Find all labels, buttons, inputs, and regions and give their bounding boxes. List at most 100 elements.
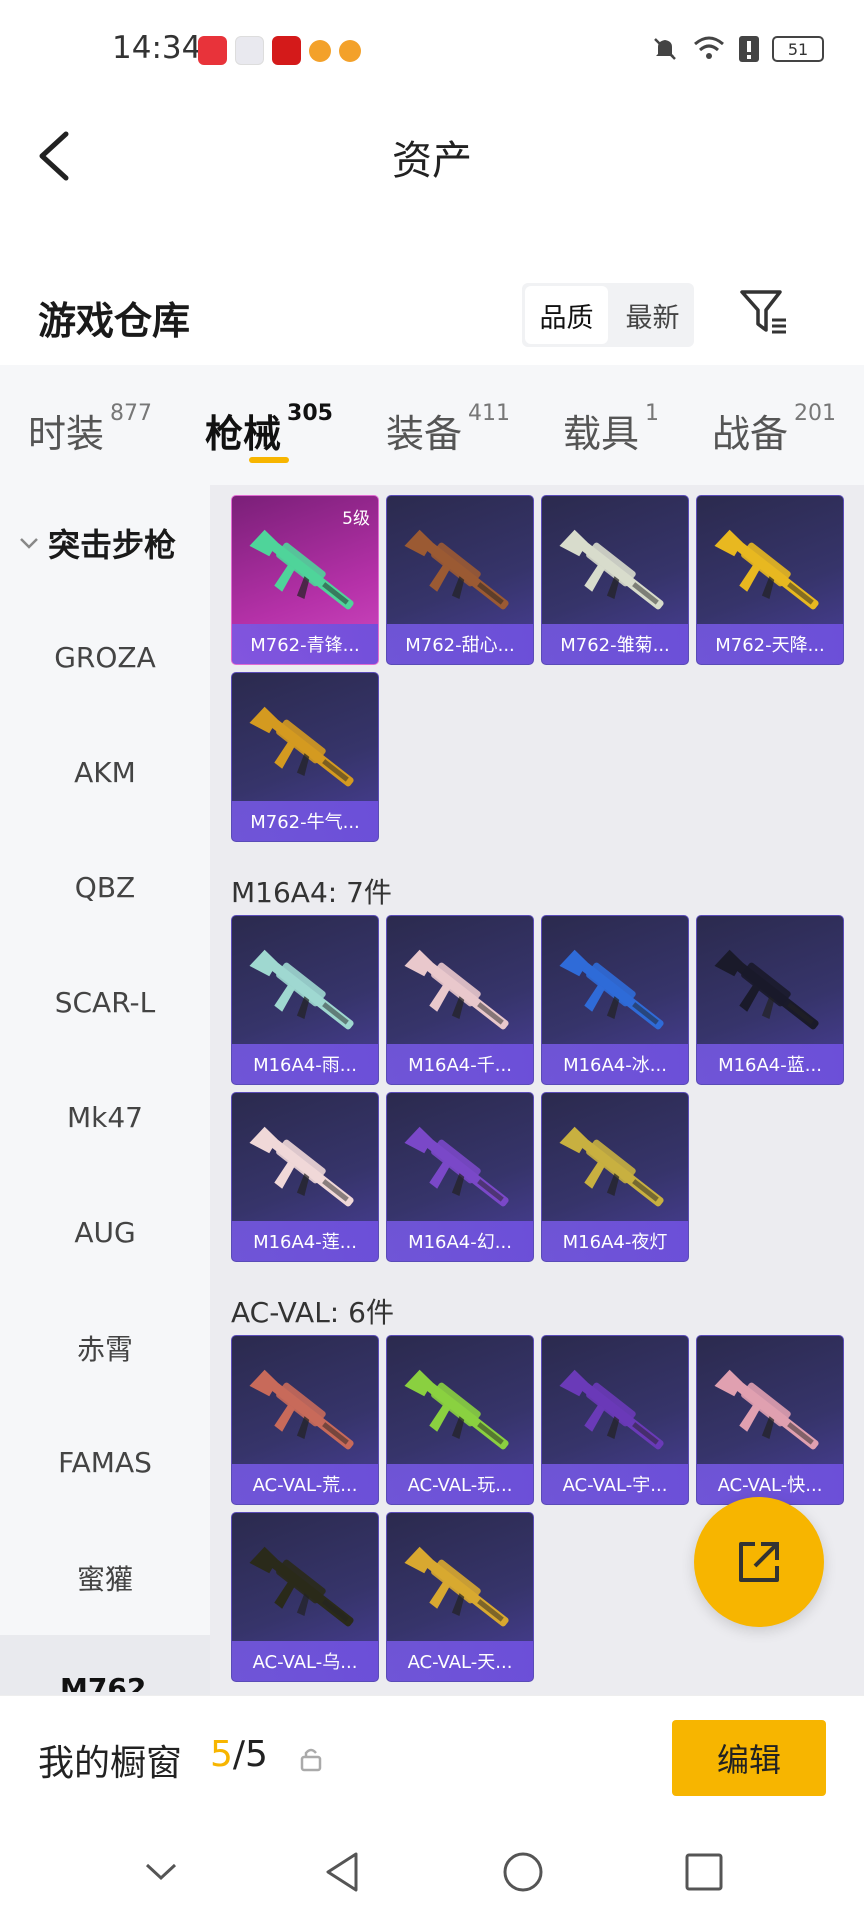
- weapon-card[interactable]: M762-雏菊...: [541, 495, 689, 665]
- status-time: 14:34: [112, 30, 202, 66]
- collapse-icon: [145, 1863, 176, 1880]
- nav-recents-button[interactable]: [680, 1848, 728, 1896]
- weapon-card[interactable]: M16A4-雨...: [231, 915, 379, 1085]
- showcase-bar: 我的橱窗 5/5 编辑: [0, 1695, 864, 1823]
- weapon-name: M16A4-幻...: [387, 1221, 533, 1261]
- rifle-icon: [559, 529, 664, 610]
- rifle-icon: [249, 1369, 354, 1450]
- weapon-card[interactable]: AC-VAL-玩...: [386, 1335, 534, 1505]
- tab-label: 战备: [711, 412, 788, 456]
- tab-fashion[interactable]: 时装 877: [28, 365, 152, 485]
- nav-home-button[interactable]: [499, 1848, 547, 1896]
- weapon-name: M16A4-蓝...: [697, 1044, 843, 1084]
- mute-icon: [654, 38, 676, 60]
- weapon-name: M762-甜心...: [387, 624, 533, 664]
- share-fab[interactable]: [694, 1497, 824, 1627]
- sidebar-item-scar-l[interactable]: SCAR-L: [0, 945, 210, 1060]
- rifle-icon: [714, 1369, 819, 1450]
- weapon-name: M16A4-雨...: [232, 1044, 378, 1084]
- weapon-name: M762-天降...: [697, 624, 843, 664]
- weapon-name: AC-VAL-荒...: [232, 1464, 378, 1504]
- weapon-card[interactable]: M16A4-千...: [386, 915, 534, 1085]
- pet-app-icon: [309, 39, 331, 62]
- back-triangle-icon: [326, 1852, 357, 1891]
- weapon-card[interactable]: AC-VAL-宇...: [541, 1335, 689, 1505]
- weapon-name: AC-VAL-天...: [387, 1641, 533, 1681]
- tab-count: 305: [287, 401, 333, 426]
- filter-icon[interactable]: [738, 286, 790, 338]
- section-title: M16A4: 7件: [231, 876, 392, 909]
- sidebar-item-groza[interactable]: GROZA: [0, 600, 210, 715]
- lock-icon: [300, 1748, 322, 1772]
- sort-newest-button[interactable]: 最新: [611, 283, 694, 347]
- weapon-card[interactable]: M16A4-莲...: [231, 1092, 379, 1262]
- huawei-app-icon: [198, 36, 227, 65]
- showcase-count: 5/5: [210, 1734, 268, 1775]
- showcase-label: 我的橱窗: [38, 1743, 183, 1784]
- tab-equipment[interactable]: 装备 411: [386, 365, 510, 485]
- weapon-card[interactable]: M16A4-夜灯: [541, 1092, 689, 1262]
- tab-label: 装备: [385, 412, 462, 456]
- sidebar-group-label: 突击步枪: [48, 525, 177, 564]
- rifle-icon: [249, 1546, 354, 1627]
- sidebar-item-m762[interactable]: M762: [60, 1672, 146, 1692]
- tab-vehicles[interactable]: 载具 1: [563, 365, 659, 485]
- tab-label: 时装: [28, 412, 105, 456]
- weapon-name: M762-青锋...: [232, 624, 378, 664]
- battery-level: 51: [787, 39, 809, 59]
- rifle-icon: [404, 949, 509, 1030]
- level-badge: 5级: [342, 509, 370, 529]
- recents-square-icon: [685, 1853, 722, 1890]
- battery-icon: 51: [772, 36, 824, 62]
- red-app-icon: [272, 36, 301, 65]
- sidebar-item-qbz[interactable]: QBZ: [0, 830, 210, 945]
- rifle-icon: [404, 1546, 509, 1627]
- sidebar-item-famas[interactable]: FAMAS: [0, 1405, 210, 1520]
- weapon-name: M16A4-冰...: [542, 1044, 688, 1084]
- rifle-icon: [249, 949, 354, 1030]
- status-app-icons: [198, 36, 361, 65]
- weapon-name: M16A4-夜灯: [542, 1221, 688, 1261]
- sidebar-item-aug[interactable]: AUG: [0, 1175, 210, 1290]
- top-header: 资产: [0, 100, 864, 210]
- tab-gear[interactable]: 战备 201: [712, 365, 836, 485]
- weapon-card[interactable]: M762-天降...: [696, 495, 844, 665]
- warehouse-header: 游戏仓库 品质 最新: [0, 210, 864, 365]
- rifle-icon: [249, 706, 354, 787]
- weapon-card[interactable]: AC-VAL-天...: [386, 1512, 534, 1682]
- weapon-card[interactable]: 5级 M762-青锋...: [231, 495, 379, 665]
- weapon-card[interactable]: M16A4-幻...: [386, 1092, 534, 1262]
- sidebar-group-assault-rifles[interactable]: 突击步枪: [0, 485, 210, 600]
- weapon-card[interactable]: M16A4-蓝...: [696, 915, 844, 1085]
- weapon-card[interactable]: M16A4-冰...: [541, 915, 689, 1085]
- sidebar-item-honey-badger[interactable]: 蜜獾: [0, 1520, 210, 1635]
- app-root: 14:34 51 资产 游戏仓库 品质 最新 时装 877 枪械 305 装备 …: [0, 0, 864, 1920]
- rifle-icon: [714, 529, 819, 610]
- showcase-current: 5: [210, 1734, 233, 1775]
- weapon-name: AC-VAL-宇...: [542, 1464, 688, 1504]
- rifle-icon: [249, 1126, 354, 1207]
- wifi-icon: [694, 36, 724, 59]
- weapon-card[interactable]: AC-VAL-乌...: [231, 1512, 379, 1682]
- tab-count: 1: [644, 401, 659, 426]
- edit-button[interactable]: 编辑: [672, 1720, 826, 1796]
- weapon-name: AC-VAL-乌...: [232, 1641, 378, 1681]
- tab-label: 载具: [562, 412, 639, 456]
- nav-back-button[interactable]: [318, 1848, 366, 1896]
- system-nav-bar: [0, 1823, 864, 1920]
- weapon-card[interactable]: M762-甜心...: [386, 495, 534, 665]
- sidebar-item-chixiao[interactable]: 赤霄: [0, 1290, 210, 1405]
- weapon-card[interactable]: AC-VAL-荒...: [231, 1335, 379, 1505]
- collapse-button[interactable]: [137, 1848, 185, 1896]
- rifle-icon: [404, 1369, 509, 1450]
- tab-weapons[interactable]: 枪械 305: [205, 365, 333, 485]
- rifle-icon: [404, 1126, 509, 1207]
- weapon-card[interactable]: AC-VAL-快...: [696, 1335, 844, 1505]
- rifle-icon: [559, 1126, 664, 1207]
- sidebar-item-mk47[interactable]: Mk47: [0, 1060, 210, 1175]
- home-circle-icon: [503, 1852, 542, 1891]
- sort-quality-button[interactable]: 品质: [525, 286, 608, 344]
- tab-label: 枪械: [205, 412, 282, 456]
- weapon-card[interactable]: M762-牛气...: [231, 672, 379, 842]
- sidebar-item-akm[interactable]: AKM: [0, 715, 210, 830]
